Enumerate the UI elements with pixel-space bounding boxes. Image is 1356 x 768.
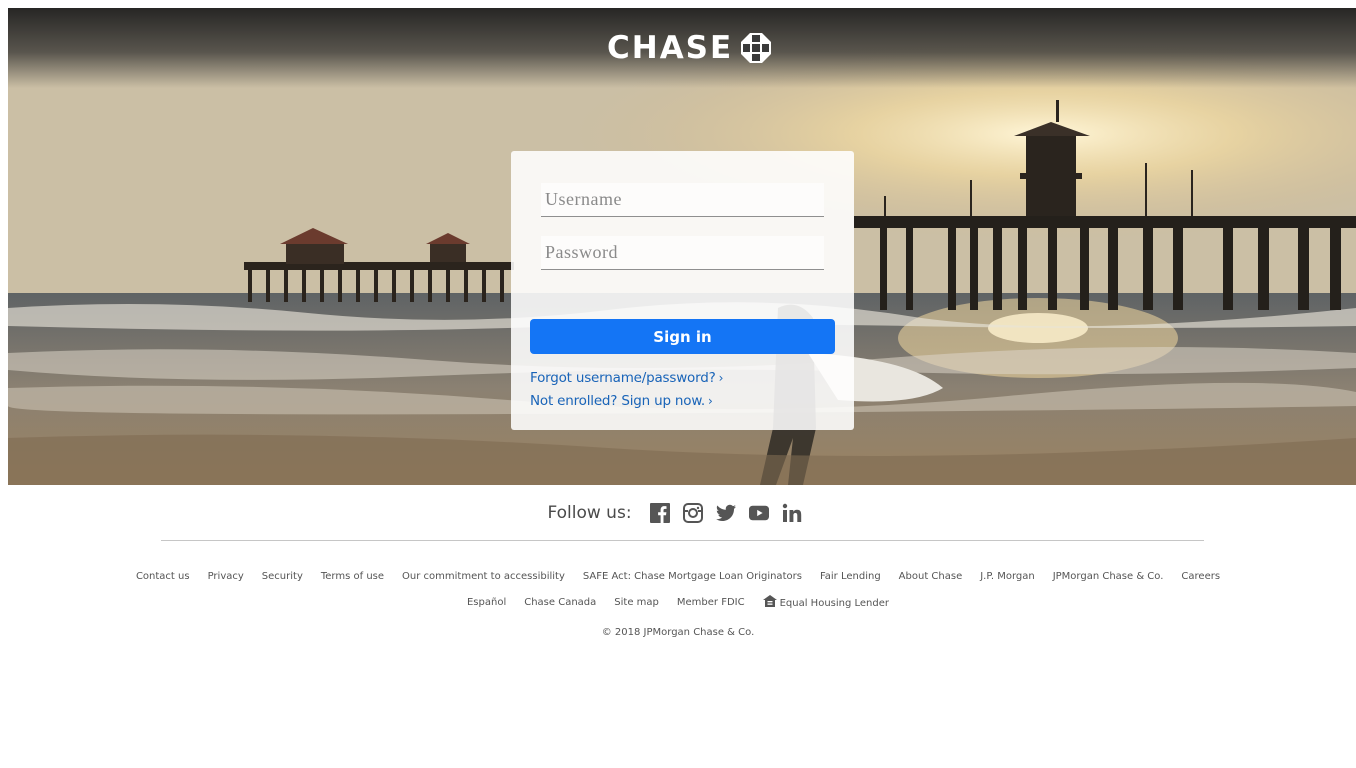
sign-in-button[interactable]: Sign in (530, 319, 835, 354)
footer-link-espanol[interactable]: Español (467, 597, 506, 609)
octagon-logo-icon (741, 33, 772, 63)
footer-link-jpmorgan-chase[interactable]: JPMorgan Chase & Co. (1053, 571, 1164, 582)
youtube-icon[interactable] (749, 503, 770, 523)
username-input[interactable] (541, 183, 824, 217)
footer-links-primary: Contact us Privacy Security Terms of use… (0, 571, 1356, 582)
enroll-link[interactable]: Not enrolled? Sign up now. › (530, 393, 713, 409)
footer-link-careers[interactable]: Careers (1181, 571, 1220, 582)
footer-divider (161, 540, 1204, 541)
password-input[interactable] (541, 236, 824, 270)
footer-link-fair-lending[interactable]: Fair Lending (820, 571, 881, 582)
equal-housing-label: Equal Housing Lender (779, 597, 890, 609)
forgot-credentials-link[interactable]: Forgot username/password? › (530, 370, 723, 386)
twitter-icon[interactable] (716, 503, 737, 523)
copyright-text: © 2018 JPMorgan Chase & Co. (601, 627, 755, 638)
chevron-right-icon: › (718, 371, 724, 385)
follow-label: Follow us: (547, 503, 632, 523)
footer-link-equal-housing[interactable]: Equal Housing Lender (762, 595, 890, 609)
instagram-icon[interactable] (683, 503, 704, 523)
footer-link-chase-canada[interactable]: Chase Canada (524, 597, 596, 609)
footer-link-security[interactable]: Security (262, 571, 303, 582)
footer-links-secondary: Español Chase Canada Site map Member FDI… (0, 595, 1356, 609)
footer-link-member-fdic[interactable]: Member FDIC (677, 597, 745, 609)
login-form: Sign in Forgot username/password?› Not e… (511, 151, 854, 430)
footer-link-contact[interactable]: Contact us (136, 571, 190, 582)
footer-link-privacy[interactable]: Privacy (208, 571, 244, 582)
footer-link-site-map[interactable]: Site map (614, 597, 659, 609)
enroll-label: Not enrolled? Sign up now. (530, 393, 706, 409)
footer-link-accessibility[interactable]: Our commitment to accessibility (402, 571, 565, 582)
footer-link-about[interactable]: About Chase (899, 571, 963, 582)
equal-housing-icon (762, 595, 777, 607)
brand-name: CHASE (607, 30, 734, 66)
facebook-icon[interactable] (650, 503, 671, 523)
footer-link-safe-act[interactable]: SAFE Act: Chase Mortgage Loan Originator… (583, 571, 802, 582)
social-bar: Follow us: (0, 503, 1356, 523)
forgot-label: Forgot username/password? (530, 370, 716, 386)
linkedin-icon[interactable] (782, 503, 802, 523)
chevron-right-icon: › (708, 394, 713, 408)
footer-link-jp-morgan[interactable]: J.P. Morgan (980, 571, 1034, 582)
hero-banner: CHASE Sign in Forgot username/password?›… (8, 8, 1356, 485)
footer-link-terms[interactable]: Terms of use (321, 571, 384, 582)
chase-logo[interactable]: CHASE (607, 28, 772, 68)
